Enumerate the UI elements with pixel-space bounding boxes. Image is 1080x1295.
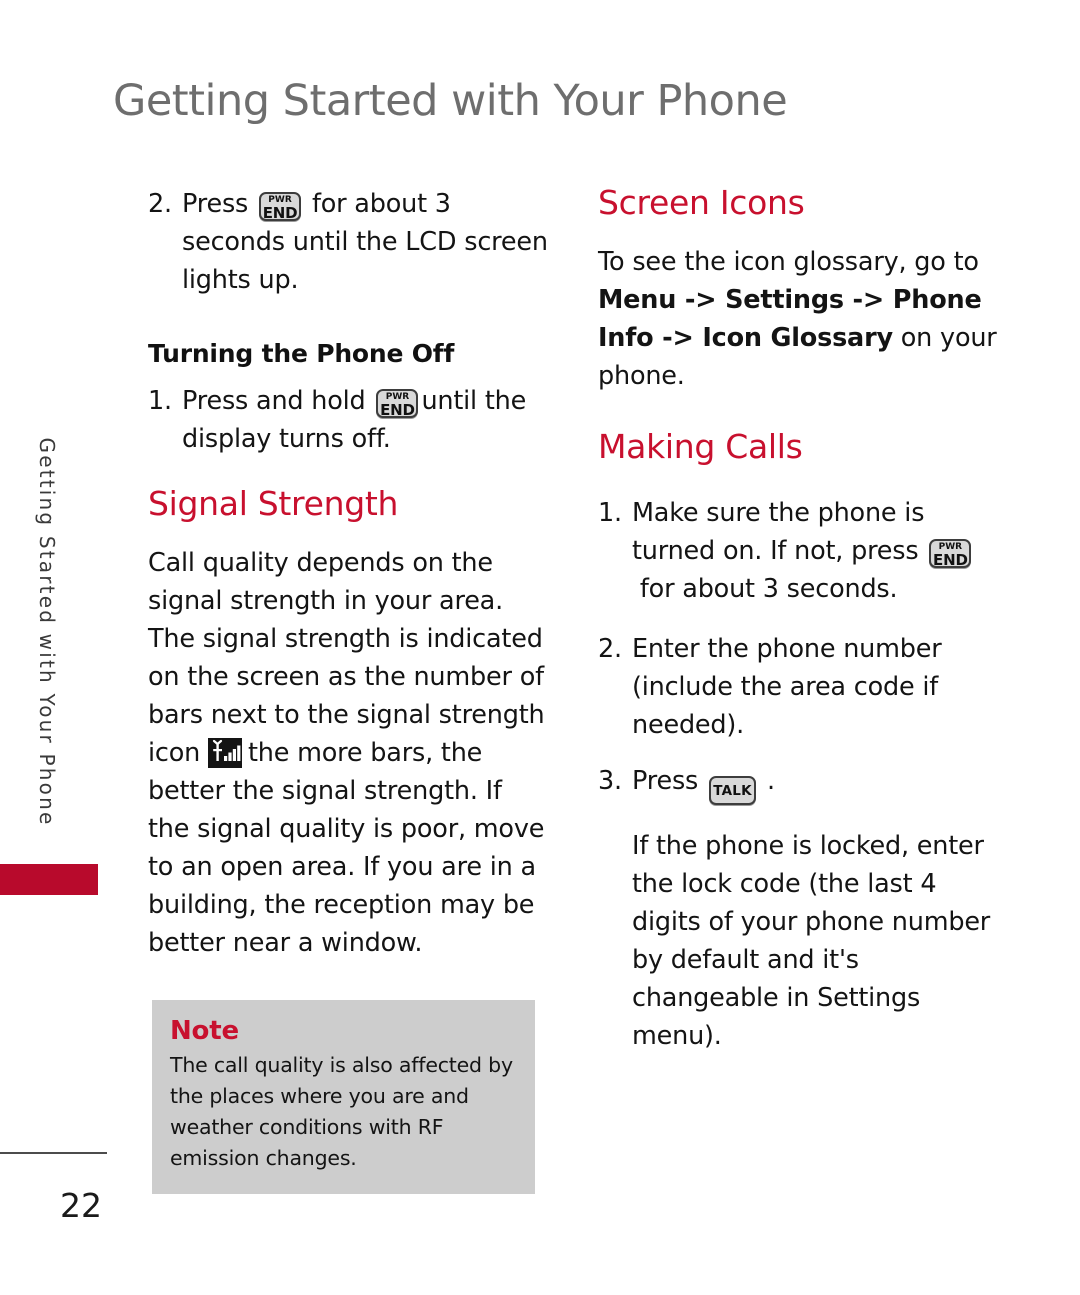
- step-turn-on: 2. Press PWR END for about 3 seconds unti…: [148, 185, 548, 299]
- step-text: Make sure the phone is turned on. If not…: [632, 494, 1003, 608]
- screen-icons-text-before: To see the icon glossary, go to: [598, 247, 979, 278]
- step-text: Enter the phone number (include the area…: [632, 633, 942, 740]
- note-title: Note: [170, 1016, 239, 1046]
- step-number: 1.: [598, 497, 622, 528]
- step-number: 2.: [148, 189, 172, 219]
- step-number: 1.: [148, 386, 172, 416]
- note-text: The call quality is also affected by the…: [170, 1053, 513, 1170]
- step-text: Press TALK .: [632, 762, 1003, 805]
- left-column: 2. Press PWR END for about 3 seconds unti…: [148, 185, 548, 962]
- footer-rule: [0, 1152, 107, 1154]
- locked-note-text: If the phone is locked, enter the lock c…: [632, 830, 991, 1051]
- signal-strength-paragraph: Call quality depends on the signal stren…: [148, 544, 548, 962]
- step-text-before: Press: [632, 765, 699, 796]
- end-label: END: [933, 550, 968, 569]
- step-text-before: Make sure the phone is turned on. If not…: [632, 497, 925, 566]
- step-text-after: .: [766, 765, 775, 796]
- step-text: Press and hold PWR END until the display t…: [182, 382, 548, 458]
- screen-icons-paragraph: To see the icon glossary, go to Menu -> …: [598, 243, 1003, 395]
- page-number: 22: [60, 1186, 102, 1225]
- note-box: Note The call quality is also affected b…: [152, 1000, 535, 1194]
- step-text-before: Press: [182, 189, 249, 219]
- pwr-end-key-icon: PWR END: [929, 538, 972, 569]
- side-tab-marker: [0, 864, 98, 895]
- making-calls-step-1: 1. Make sure the phone is turned on. If …: [598, 494, 1003, 608]
- step-text: Press PWR END for about 3 seconds until t…: [182, 185, 548, 299]
- pwr-end-key-icon: PWR END: [376, 389, 419, 419]
- making-calls-step-2: 2. Enter the phone number (include the a…: [598, 630, 1003, 744]
- step-text-after: for about 3 seconds.: [639, 573, 898, 604]
- step-text-before: Press and hold: [182, 386, 366, 416]
- side-tab-label: Getting Started with Your Phone: [35, 437, 59, 827]
- section-making-calls: Making Calls: [598, 427, 803, 467]
- subsection-turning-phone-off: Turning the Phone Off: [148, 339, 455, 368]
- step-number: 2.: [598, 633, 622, 664]
- page-title: Getting Started with Your Phone: [113, 76, 788, 126]
- step-turn-off: 1. Press and hold PWR END until the displa…: [148, 382, 548, 458]
- making-calls-locked-note: If the phone is locked, enter the lock c…: [598, 827, 1003, 1055]
- right-column: Screen Icons To see the icon glossary, g…: [598, 183, 1003, 1055]
- making-calls-step-3: 3. Press TALK .: [598, 762, 1003, 805]
- signal-strength-icon: [207, 738, 242, 769]
- step-number: 3.: [598, 765, 622, 796]
- signal-strength-text-before: Call quality depends on the signal stren…: [148, 548, 545, 769]
- end-label: END: [380, 401, 415, 419]
- signal-strength-text-after: the more bars, the better the signal str…: [148, 738, 545, 959]
- talk-key-icon: TALK: [709, 775, 757, 805]
- section-signal-strength: Signal Strength: [148, 484, 399, 523]
- pwr-end-key-icon: PWR END: [259, 192, 302, 222]
- section-screen-icons: Screen Icons: [598, 183, 805, 222]
- end-label: END: [262, 204, 298, 222]
